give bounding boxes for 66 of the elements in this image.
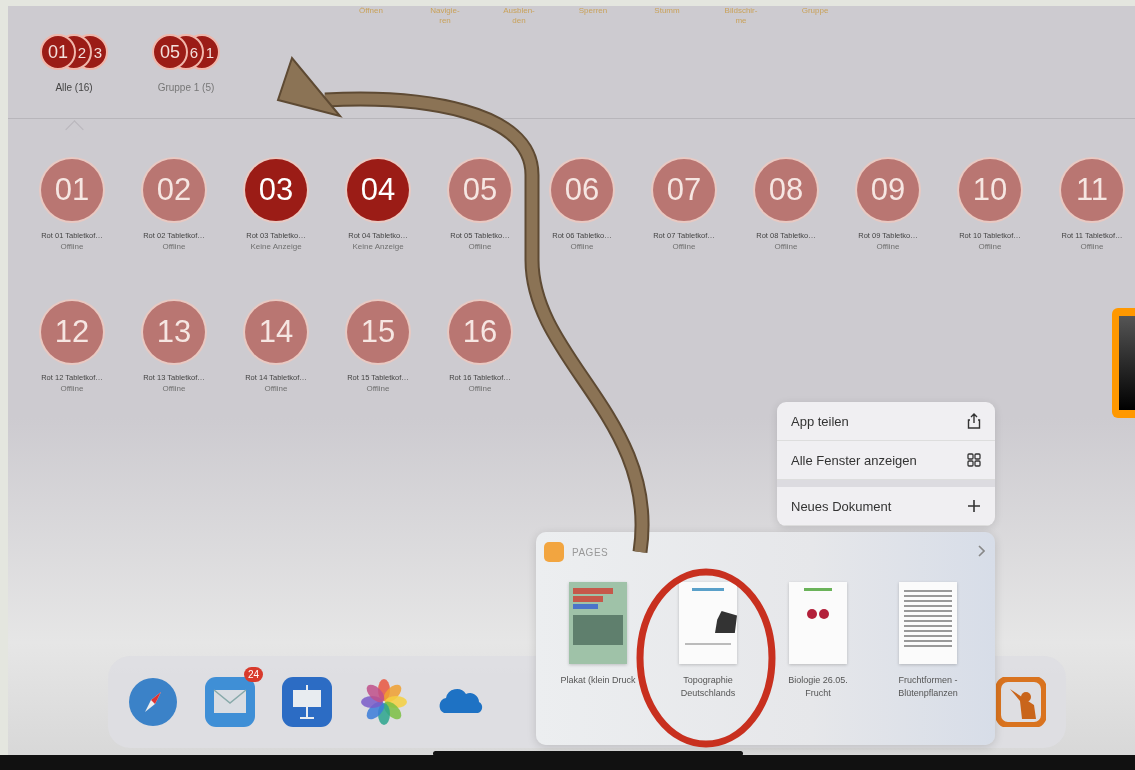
device-badge[interactable]: 08 <box>755 159 817 221</box>
document-title: Topographie Deutschlands <box>679 674 737 700</box>
device-status: Offline <box>1080 242 1104 251</box>
notification-badge: 24 <box>243 667 263 682</box>
menu-item[interactable]: Neues Dokument <box>777 487 995 526</box>
document-thumbnail[interactable] <box>789 582 847 664</box>
toolbar-label[interactable]: Sperren <box>570 6 616 28</box>
device-status: Offline <box>264 384 288 393</box>
group-label[interactable]: Gruppe 1 (5) <box>157 82 215 93</box>
presenter-icon[interactable] <box>996 677 1046 727</box>
group-label[interactable]: Alle (16) <box>55 82 93 93</box>
device-badge[interactable]: 12 <box>41 301 103 363</box>
device-badge[interactable]: 01 <box>41 159 103 221</box>
group-stack[interactable]: 01 2 3 <box>40 34 108 74</box>
toolbar-label[interactable]: Gruppe <box>792 6 838 28</box>
mail-icon[interactable] <box>205 677 255 727</box>
device-status: Offline <box>366 384 390 393</box>
device-status: Offline <box>876 242 900 251</box>
device-status: Offline <box>162 384 186 393</box>
document-title: Biologie 26.05. Frucht <box>787 674 849 700</box>
device-status: Offline <box>60 242 84 251</box>
pages-app-icon <box>544 542 564 562</box>
device-badge[interactable]: 11 <box>1061 159 1123 221</box>
device-badge[interactable]: 15 <box>347 301 409 363</box>
device-badge[interactable]: 02 <box>143 159 205 221</box>
group-stack[interactable]: 05 6 1 <box>152 34 220 74</box>
device-status: Offline <box>774 242 798 251</box>
device-status: Offline <box>468 242 492 251</box>
device-status: Offline <box>468 384 492 393</box>
toolbar-label[interactable]: Öffnen <box>348 6 394 28</box>
device-badge[interactable]: 10 <box>959 159 1021 221</box>
toolbar-label[interactable]: Stumm <box>644 6 690 28</box>
device-status: Offline <box>60 384 84 393</box>
device-status: Offline <box>162 242 186 251</box>
document-thumbnail[interactable] <box>569 582 627 664</box>
group-badge: 05 <box>152 34 188 70</box>
app-name: PAGES <box>572 546 609 558</box>
device-badge[interactable]: 16 <box>449 301 511 363</box>
device-badge[interactable]: 04 <box>347 159 409 221</box>
device-badge[interactable]: 07 <box>653 159 715 221</box>
document-title: Fruchtformen - Blütenpflanzen <box>897 674 959 700</box>
menu-item[interactable]: App teilen <box>777 402 995 441</box>
device-status: Offline <box>672 242 696 251</box>
device-badge[interactable]: 14 <box>245 301 307 363</box>
document-title: Plakat (klein Druck <box>559 674 637 687</box>
device-status: Offline <box>978 242 1002 251</box>
device-status: Keine Anzeige <box>250 242 302 251</box>
device-status: Offline <box>570 242 594 251</box>
document-thumbnail[interactable] <box>679 582 737 664</box>
toolbar-label[interactable]: Ausblen- den <box>496 6 542 28</box>
grid-icon <box>967 452 981 468</box>
device-badge[interactable]: 13 <box>143 301 205 363</box>
flower-icon[interactable] <box>359 677 409 727</box>
device-badge[interactable]: 06 <box>551 159 613 221</box>
document-thumbnail[interactable] <box>899 582 957 664</box>
share-icon <box>967 413 981 429</box>
device-badge[interactable]: 09 <box>857 159 919 221</box>
plus-icon <box>967 498 981 514</box>
toolbar-label[interactable]: Navigie- ren <box>422 6 468 28</box>
device-badge[interactable]: 03 <box>245 159 307 221</box>
presentation-icon[interactable] <box>282 677 332 727</box>
toolbar-label[interactable]: Bildschir- me <box>718 6 764 28</box>
device-badge[interactable]: 05 <box>449 159 511 221</box>
device-status: Keine Anzeige <box>352 242 404 251</box>
group-badge: 01 <box>40 34 76 70</box>
compass-icon[interactable] <box>128 677 178 727</box>
